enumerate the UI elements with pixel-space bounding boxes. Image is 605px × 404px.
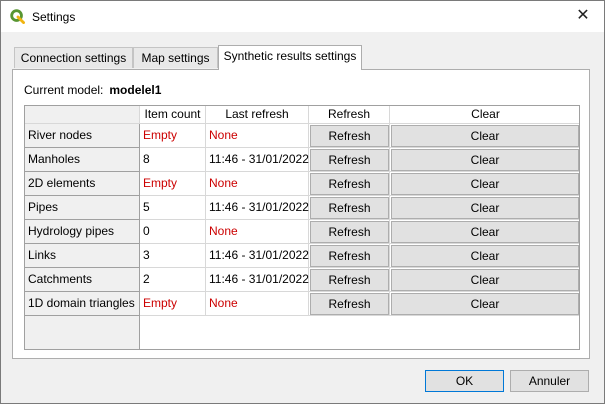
clear-button[interactable]: Clear — [391, 269, 579, 291]
last-refresh-cell: None — [206, 172, 309, 196]
qgis-logo-icon — [10, 9, 25, 24]
row-header: Catchments — [25, 268, 140, 292]
last-refresh-cell: None — [206, 220, 309, 244]
cancel-button[interactable]: Annuler — [510, 370, 589, 392]
refresh-button[interactable]: Refresh — [310, 269, 389, 291]
row-header: Links — [25, 244, 140, 268]
current-model-value: modelel1 — [109, 83, 162, 97]
window-title: Settings — [32, 10, 76, 24]
column-header-item-count: Item count — [140, 106, 206, 124]
refresh-button[interactable]: Refresh — [310, 245, 389, 267]
current-model-row: Current model: modelel1 — [24, 83, 161, 97]
last-refresh-cell: 11:46 - 31/01/2022 — [206, 244, 309, 268]
refresh-button[interactable]: Refresh — [310, 125, 389, 147]
last-refresh-cell: None — [206, 292, 309, 316]
clear-button[interactable]: Clear — [391, 149, 579, 171]
column-header-clear: Clear — [390, 106, 579, 124]
table-corner — [25, 106, 140, 124]
row-header: 2D elements — [25, 172, 140, 196]
row-header-filler — [25, 316, 140, 349]
clear-button[interactable]: Clear — [391, 293, 579, 315]
tab-connection-settings[interactable]: Connection settings — [14, 47, 133, 68]
item-count-cell: Empty — [140, 124, 206, 148]
refresh-button[interactable]: Refresh — [310, 149, 389, 171]
item-count-cell: 3 — [140, 244, 206, 268]
item-count-cell: 5 — [140, 196, 206, 220]
refresh-button[interactable]: Refresh — [310, 197, 389, 219]
title-bar: Settings ✕ — [1, 1, 604, 32]
clear-button[interactable]: Clear — [391, 173, 579, 195]
clear-button[interactable]: Clear — [391, 245, 579, 267]
synthetic-results-panel: Current model: modelel1 Item count Last r… — [12, 69, 590, 359]
item-count-cell: Empty — [140, 292, 206, 316]
close-button[interactable]: ✕ — [574, 7, 592, 25]
row-header: Manholes — [25, 148, 140, 172]
tab-synthetic-results-settings[interactable]: Synthetic results settings — [218, 45, 362, 70]
item-count-cell: 0 — [140, 220, 206, 244]
row-header: 1D domain triangles — [25, 292, 140, 316]
row-header: River nodes — [25, 124, 140, 148]
tab-map-settings[interactable]: Map settings — [133, 47, 218, 68]
clear-button[interactable]: Clear — [391, 125, 579, 147]
refresh-button[interactable]: Refresh — [310, 221, 389, 243]
clear-button[interactable]: Clear — [391, 221, 579, 243]
item-count-cell: Empty — [140, 172, 206, 196]
row-header: Hydrology pipes — [25, 220, 140, 244]
last-refresh-cell: 11:46 - 31/01/2022 — [206, 196, 309, 220]
settings-window: Settings ✕ Connection settings Map setti… — [0, 0, 605, 404]
results-table: Item count Last refresh Refresh Clear Ri… — [24, 105, 580, 350]
last-refresh-cell: 11:46 - 31/01/2022 — [206, 148, 309, 172]
clear-button[interactable]: Clear — [391, 197, 579, 219]
column-header-refresh: Refresh — [309, 106, 390, 124]
current-model-label: Current model: — [24, 83, 104, 97]
last-refresh-cell: 11:46 - 31/01/2022 — [206, 268, 309, 292]
last-refresh-cell: None — [206, 124, 309, 148]
item-count-cell: 2 — [140, 268, 206, 292]
item-count-cell: 8 — [140, 148, 206, 172]
close-icon: ✕ — [576, 7, 590, 24]
ok-button[interactable]: OK — [425, 370, 504, 392]
refresh-button[interactable]: Refresh — [310, 173, 389, 195]
refresh-button[interactable]: Refresh — [310, 293, 389, 315]
column-header-last-refresh: Last refresh — [206, 106, 309, 124]
row-header: Pipes — [25, 196, 140, 220]
